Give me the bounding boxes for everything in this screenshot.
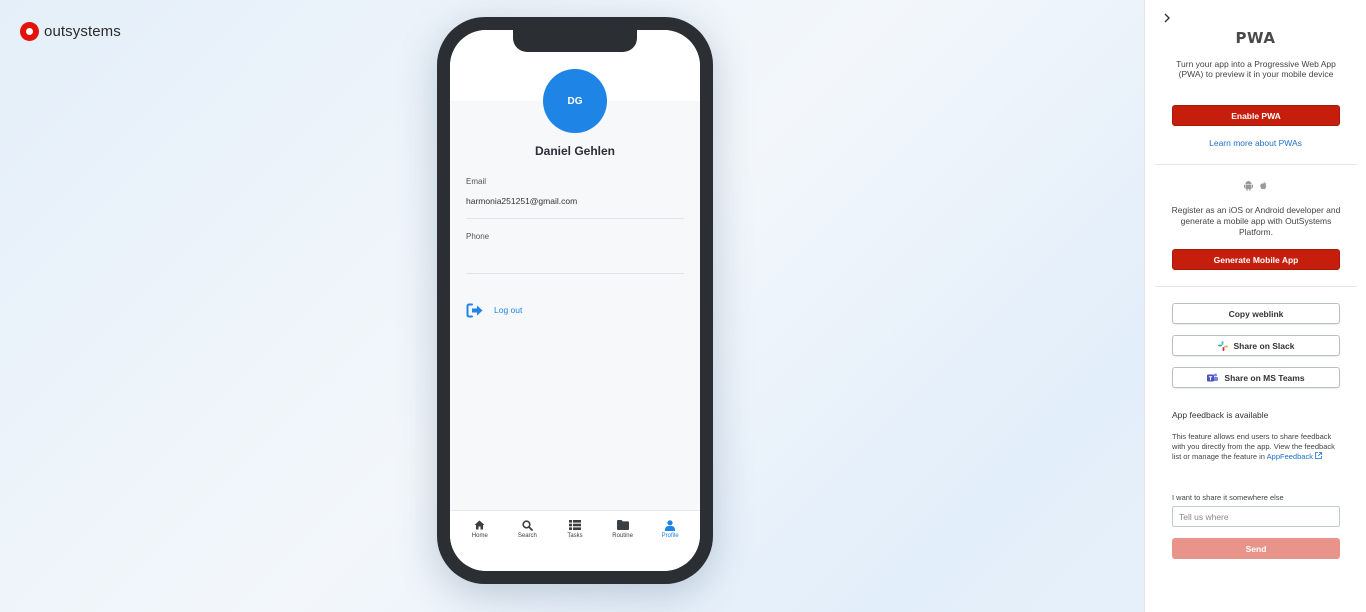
profile-name: Daniel Gehlen — [534, 144, 616, 158]
pwa-description: Turn your app into a Progressive Web App… — [1176, 59, 1336, 79]
logout-label: Log out — [494, 305, 523, 315]
share-elsewhere-input[interactable] — [1172, 506, 1340, 527]
home-icon — [474, 519, 486, 531]
nav-label: Search — [517, 533, 537, 539]
apple-icon — [1258, 180, 1268, 191]
phone-label: Phone — [466, 232, 490, 241]
generate-mobile-app-button[interactable]: Generate Mobile App — [1172, 249, 1340, 270]
logout-icon — [466, 302, 484, 318]
outsystems-logo: outsystems — [20, 22, 121, 41]
share-teams-label: Share on MS Teams — [1224, 372, 1305, 383]
nav-item-search[interactable]: Search — [504, 519, 550, 571]
section-divider — [1155, 286, 1357, 287]
logout-button[interactable]: Log out — [466, 302, 522, 318]
copy-weblink-label: Copy weblink — [1228, 308, 1284, 319]
phone-preview-frame: DG Daniel Gehlen Email harmonia251251@gm… — [437, 17, 713, 584]
nav-item-routine[interactable]: Routine — [600, 519, 646, 571]
user-icon — [664, 519, 676, 531]
share-slack-label: Share on Slack — [1233, 340, 1295, 351]
android-icon — [1243, 180, 1253, 191]
nav-item-home[interactable]: Home — [457, 519, 503, 571]
slack-icon — [1217, 340, 1228, 351]
pwa-logo: PWA — [1235, 29, 1276, 47]
learn-more-pwa-link[interactable]: Learn more about PWAs — [1145, 138, 1366, 148]
email-value[interactable]: harmonia251251@gmail.com — [466, 196, 577, 206]
list-icon — [568, 519, 581, 531]
nav-label: Home — [471, 533, 488, 539]
enable-pwa-button[interactable]: Enable PWA — [1172, 105, 1340, 126]
search-icon — [521, 519, 533, 531]
register-description: Register as an iOS or Android developer … — [1171, 205, 1341, 237]
feedback-description: This feature allows end users to share f… — [1172, 432, 1342, 462]
phone-notch — [513, 30, 637, 52]
field-divider — [466, 218, 684, 219]
field-divider — [466, 273, 684, 274]
nav-label: Profile — [661, 533, 679, 539]
feedback-title: App feedback is available — [1172, 410, 1269, 420]
nav-label: Tasks — [567, 533, 583, 539]
os-icons — [1145, 180, 1366, 191]
avatar[interactable]: DG — [543, 69, 607, 133]
teams-icon — [1207, 373, 1219, 381]
outsystems-logo-icon — [20, 22, 39, 41]
bottom-nav: Home Search Tasks Routine Profile — [450, 510, 700, 571]
share-elsewhere-label: I want to share it somewhere else — [1172, 493, 1284, 502]
send-button[interactable]: Send — [1172, 538, 1340, 559]
collapse-panel-button[interactable] — [1161, 12, 1173, 24]
external-link-icon — [1315, 452, 1322, 459]
nav-item-tasks[interactable]: Tasks — [552, 519, 598, 571]
nav-label: Routine — [612, 533, 633, 539]
email-label: Email — [466, 177, 487, 186]
share-slack-button[interactable]: Share on Slack — [1172, 335, 1340, 356]
appfeedback-link[interactable]: AppFeedback — [1267, 452, 1322, 461]
phone-screen: DG Daniel Gehlen Email harmonia251251@gm… — [450, 30, 700, 571]
chevron-right-icon — [1164, 13, 1170, 23]
nav-item-profile[interactable]: Profile — [647, 519, 693, 571]
appfeedback-link-label: AppFeedback — [1266, 452, 1313, 461]
section-divider — [1155, 164, 1357, 165]
brand-name: outsystems — [44, 23, 121, 40]
share-teams-button[interactable]: Share on MS Teams — [1172, 367, 1340, 388]
share-panel: PWA Turn your app into a Progressive Web… — [1144, 0, 1366, 612]
copy-weblink-button[interactable]: Copy weblink — [1172, 303, 1340, 324]
folder-icon — [616, 519, 629, 531]
